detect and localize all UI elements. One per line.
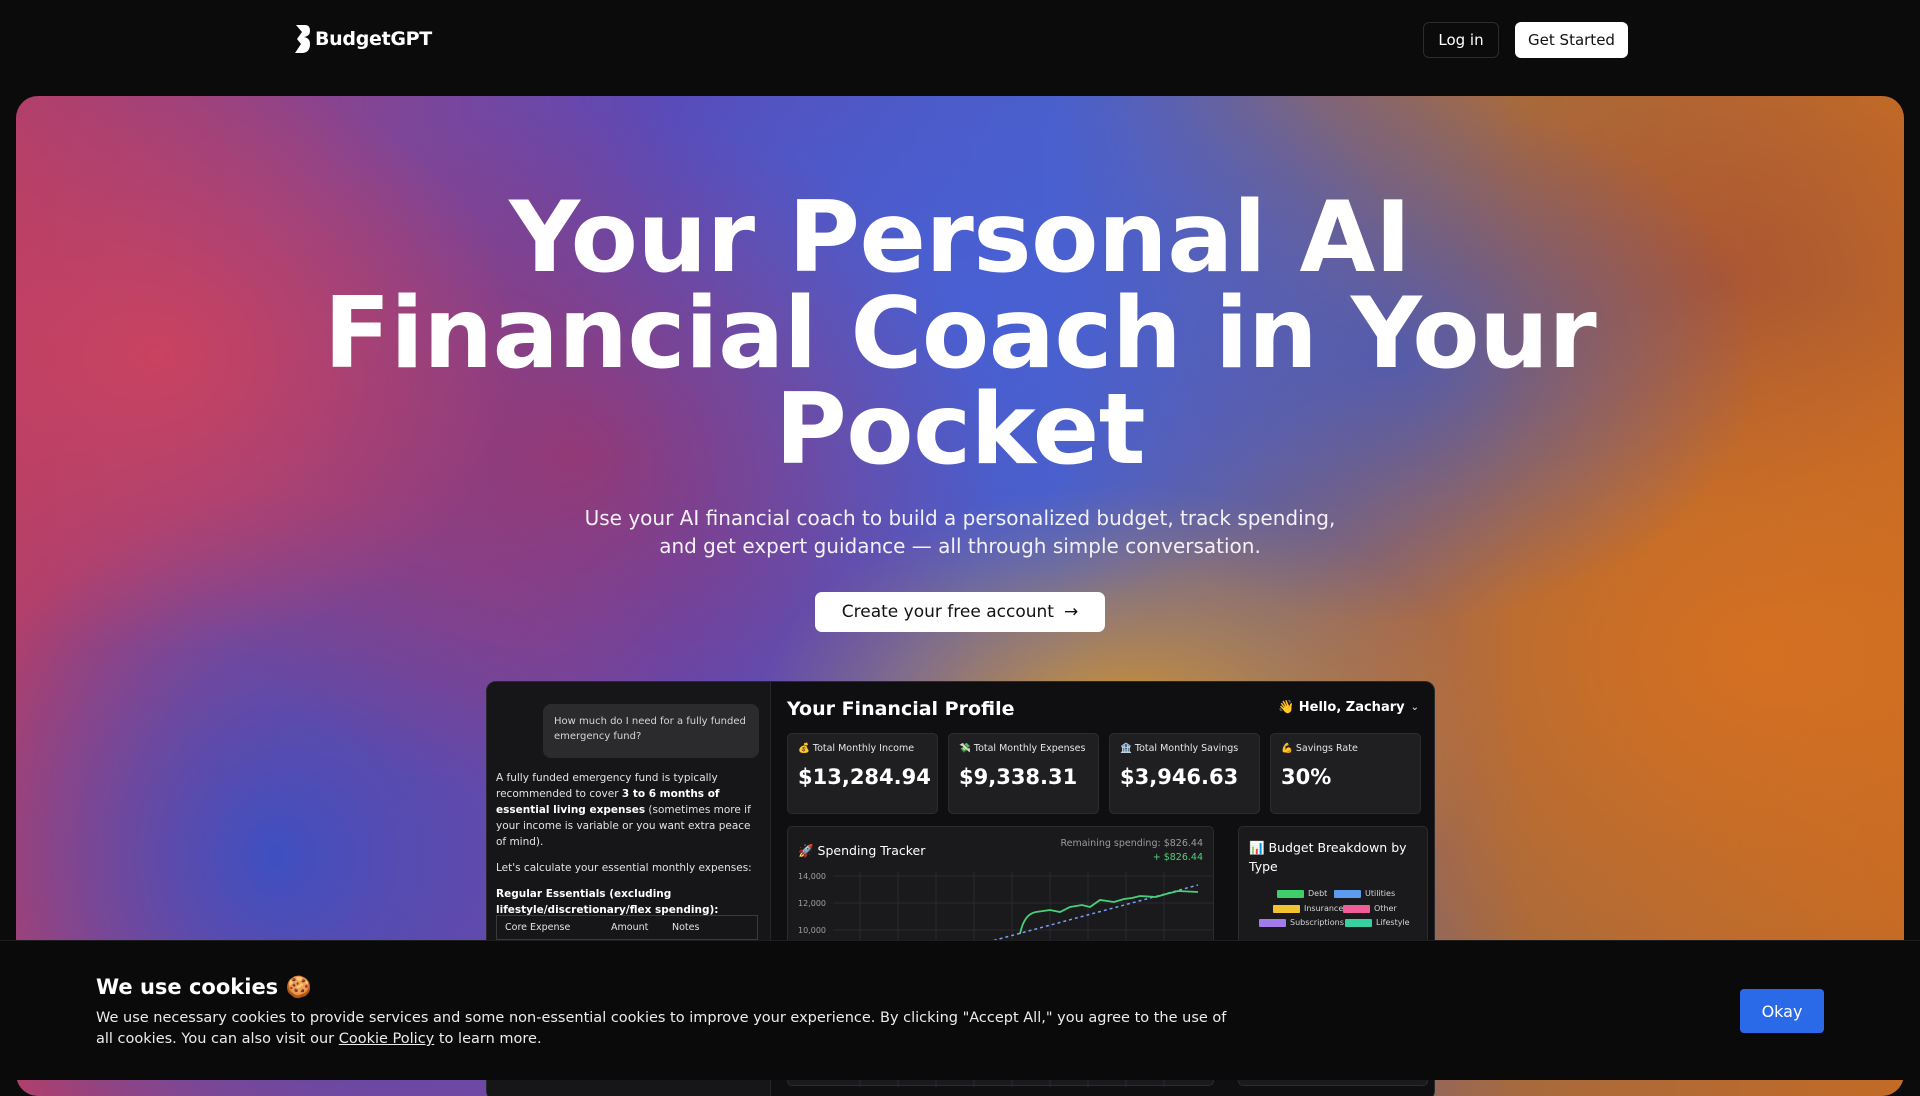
stat-label: 💪 Savings Rate	[1281, 743, 1358, 754]
y-tick-label: 10,000	[798, 926, 826, 935]
stat-card-income: 💰 Total Monthly Income $13,284.94	[787, 733, 938, 814]
legend-item: Debt	[1277, 889, 1327, 898]
user-message: How much do I need for a fully funded em…	[543, 704, 759, 758]
spending-line	[1019, 890, 1199, 935]
table-header: Amount	[611, 922, 649, 933]
cookie-text: We use necessary cookies to provide serv…	[96, 1010, 1227, 1047]
logo-text: BudgetGPT	[315, 28, 432, 50]
site-header: BudgetGPT Log in Get Started	[0, 0, 1920, 96]
create-account-button[interactable]: Create your free account →	[815, 592, 1105, 632]
logo[interactable]: BudgetGPT	[292, 22, 432, 56]
stat-card-expenses: 💸 Total Monthly Expenses $9,338.31	[948, 733, 1099, 814]
table-header-row: Core Expense Amount Notes	[497, 916, 757, 939]
assistant-paragraph: Let's calculate your essential monthly e…	[496, 862, 752, 874]
stat-value: $13,284.94	[798, 765, 931, 789]
stat-label: 💸 Total Monthly Expenses	[959, 743, 1086, 754]
hero-title-line: Your Personal AI	[509, 181, 1411, 295]
stat-value: $3,946.63	[1120, 765, 1239, 789]
hero-subtitle: Use your AI financial coach to build a p…	[16, 504, 1904, 560]
cookie-banner: We use cookies 🍪 We use necessary cookie…	[0, 940, 1920, 1080]
y-tick-label: 12,000	[798, 899, 826, 908]
legend-item: Utilities	[1334, 889, 1395, 898]
remaining-label: Remaining spending: $826.44	[1060, 838, 1203, 849]
assistant-paragraph: A fully funded emergency fund is typical…	[496, 772, 751, 848]
hero-subtitle-line: and get expert guidance — all through si…	[659, 534, 1261, 558]
legend-item: Subscriptions	[1259, 918, 1344, 927]
login-button[interactable]: Log in	[1423, 22, 1499, 58]
legend-item: Other	[1343, 904, 1397, 913]
cookie-policy-link[interactable]: Cookie Policy	[339, 1031, 435, 1047]
table-header: Notes	[672, 922, 700, 933]
cookie-title: We use cookies 🍪	[96, 975, 312, 999]
create-account-label: Create your free account	[841, 602, 1054, 622]
logo-icon	[295, 25, 310, 53]
stat-label: 💰 Total Monthly Income	[798, 743, 915, 754]
cookie-okay-button[interactable]: Okay	[1740, 989, 1824, 1033]
y-tick-label: 14,000	[798, 872, 826, 881]
remaining-delta: + $826.44	[1152, 852, 1203, 863]
user-menu[interactable]: 👋 Hello, Zachary ⌄	[1278, 700, 1419, 715]
stat-card-savings-rate: 💪 Savings Rate 30%	[1270, 733, 1421, 814]
arrow-right-icon: →	[1063, 602, 1079, 622]
expense-table: Core Expense Amount Notes	[496, 915, 758, 940]
assistant-heading: Regular Essentials (excluding lifestyle/…	[496, 888, 719, 916]
chevron-down-icon: ⌄	[1410, 702, 1419, 713]
stat-value: $9,338.31	[959, 765, 1078, 789]
hero-title-line: Pocket	[774, 373, 1146, 487]
get-started-button[interactable]: Get Started	[1515, 22, 1628, 58]
hero-subtitle-line: Use your AI financial coach to build a p…	[584, 506, 1336, 530]
table-header: Core Expense	[505, 922, 571, 933]
assistant-message: A fully funded emergency fund is typical…	[496, 770, 758, 928]
profile-title: Your Financial Profile	[787, 698, 1015, 720]
stat-value: 30%	[1281, 765, 1332, 789]
hero-title-line: Financial Coach in Your	[323, 277, 1597, 391]
breakdown-title: 📊 Budget Breakdown by Type	[1249, 840, 1407, 874]
stat-label: 🏦 Total Monthly Savings	[1120, 743, 1239, 754]
legend-item: Insurance	[1273, 904, 1343, 913]
stat-card-savings: 🏦 Total Monthly Savings $3,946.63	[1109, 733, 1260, 814]
greeting: 👋 Hello, Zachary	[1278, 700, 1405, 715]
hero-title: Your Personal AI Financial Coach in Your…	[16, 181, 1904, 487]
tracker-title: 🚀 Spending Tracker	[798, 843, 926, 858]
remaining-spending: Remaining spending: $826.44 + $826.44	[1060, 837, 1203, 865]
legend-item: Lifestyle	[1345, 918, 1410, 927]
